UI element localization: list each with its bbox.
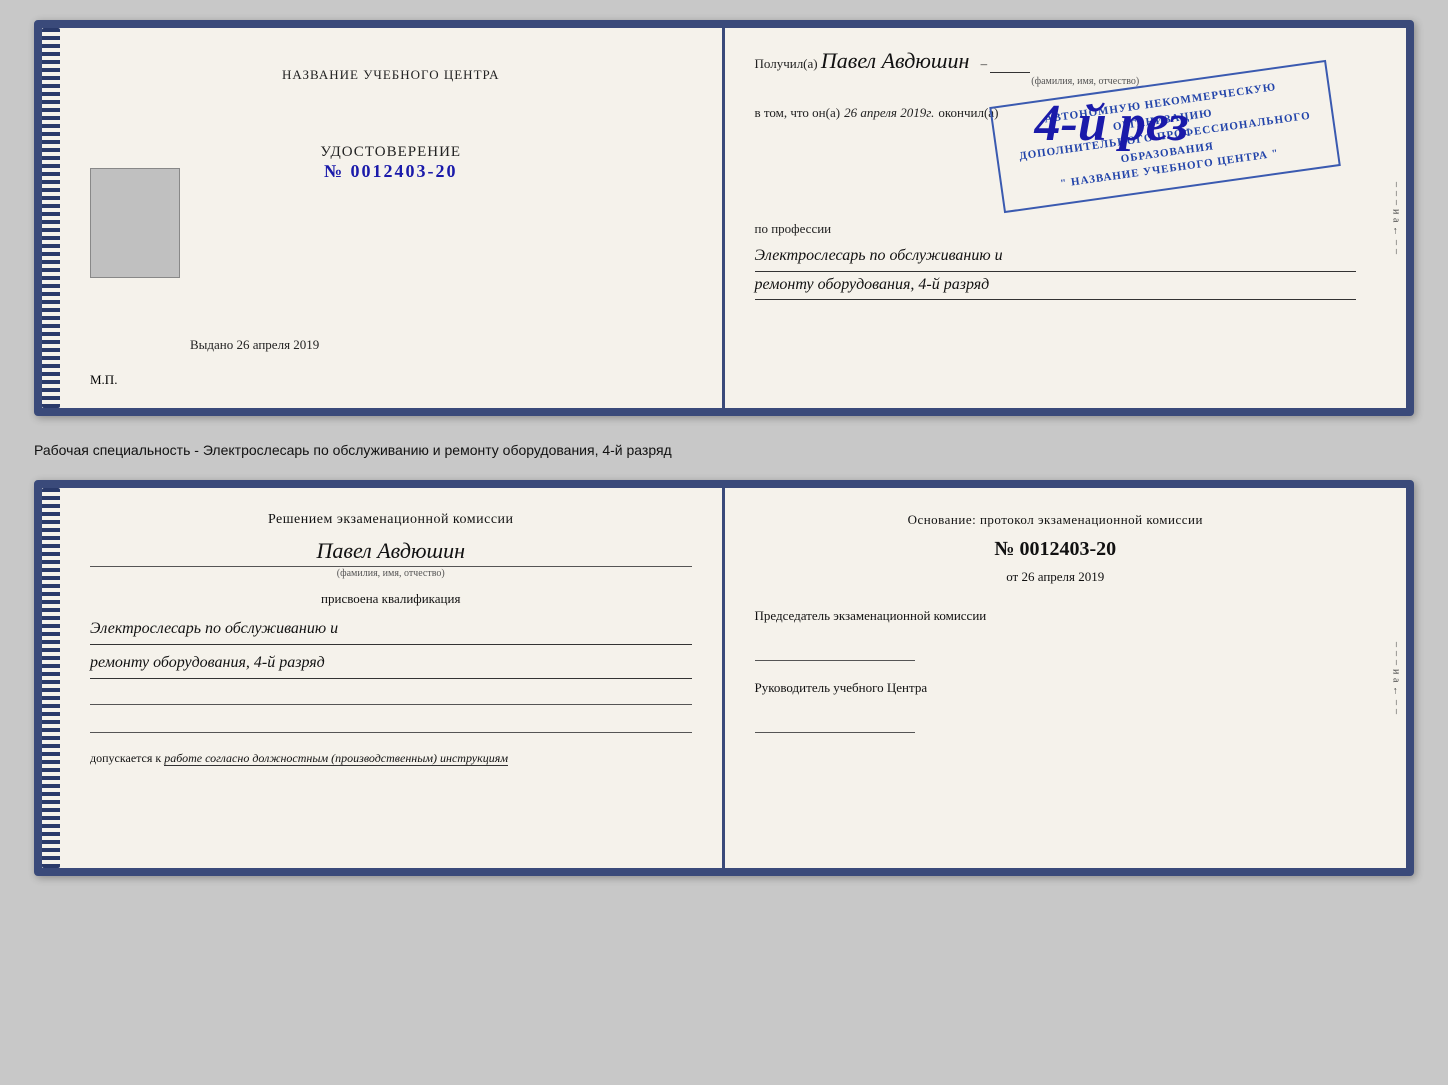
edge-char-6: ← — [1391, 226, 1402, 236]
bottom-document-pair: Решением экзаменационной комиссии Павел … — [34, 480, 1414, 876]
bottom-fio-hint: (фамилия, имя, отчество) — [90, 566, 692, 579]
photo-placeholder — [90, 168, 180, 278]
prisvoyena-label: присвоена квалификация — [90, 591, 692, 607]
predsedatel-label: Председатель экзаменационной комиссии — [755, 607, 1357, 625]
resheniem-title: Решением экзаменационной комиссии — [90, 512, 692, 528]
top-document-pair: НАЗВАНИЕ УЧЕБНОГО ЦЕНТРА УДОСТОВЕРЕНИЕ №… — [34, 20, 1414, 416]
top-left-page: НАЗВАНИЕ УЧЕБНОГО ЦЕНТРА УДОСТОВЕРЕНИЕ №… — [60, 28, 725, 408]
bottom-edge-char-5: а — [1391, 678, 1402, 682]
bottom-right-page: Основание: протокол экзаменационной коми… — [725, 488, 1387, 868]
vtom-date: 26 апреля 2019г. — [844, 105, 934, 121]
edge-char-7: – — [1391, 240, 1402, 245]
protocol-number: № 0012403-20 — [755, 538, 1357, 561]
profession-block: по профессии Электрослесарь по обслужива… — [755, 221, 1357, 300]
blank-line-1 — [90, 683, 692, 705]
received-name: Павел Авдюшин — [821, 48, 969, 73]
received-prefix: Получил(а) — [755, 56, 818, 71]
ot-prefix: от — [1006, 569, 1018, 584]
bottom-edge-char-4: и — [1391, 669, 1402, 674]
bottom-person-name: Павел Авдюшин — [90, 538, 692, 564]
vydano-date: 26 апреля 2019 — [237, 337, 320, 352]
right-edge-labels: – – – и а ← – – — [1386, 28, 1406, 408]
top-right-page: Получил(а) Павел Авдюшин – (фамилия, имя… — [725, 28, 1387, 408]
bottom-edge-char-8: – — [1391, 709, 1402, 714]
bottom-edge-char-6: ← — [1391, 686, 1402, 696]
edge-char-4: и — [1391, 209, 1402, 214]
edge-char-1: – — [1391, 182, 1402, 187]
bottom-edge-char-7: – — [1391, 700, 1402, 705]
vydano-line: Выдано 26 апреля 2019 — [190, 337, 319, 353]
ot-date-value: 26 апреля 2019 — [1021, 569, 1104, 584]
bottom-left-page: Решением экзаменационной комиссии Павел … — [60, 488, 725, 868]
dopuskaetsya-value: работе согласно должностным (производств… — [164, 751, 508, 766]
qualification-line1: Электрослесарь по обслуживанию и — [90, 615, 692, 645]
udostoverenie-label: УДОСТОВЕРЕНИЕ — [90, 144, 692, 161]
bottom-edge-char-3: – — [1391, 660, 1402, 665]
edge-char-2: – — [1391, 191, 1402, 196]
between-caption: Рабочая специальность - Электрослесарь п… — [34, 434, 1414, 462]
po-professii-label: по профессии — [755, 221, 1357, 237]
dopuskaetsya-block: допускается к работе согласно должностны… — [90, 751, 692, 766]
profession-line2: ремонту оборудования, 4-й разряд — [755, 272, 1357, 301]
edge-char-5: а — [1391, 218, 1402, 222]
vydano-prefix: Выдано — [190, 337, 233, 352]
ot-date: от 26 апреля 2019 — [755, 569, 1357, 585]
center-title: НАЗВАНИЕ УЧЕБНОГО ЦЕНТРА — [282, 67, 499, 82]
rukovoditel-label: Руководитель учебного Центра — [755, 679, 1357, 697]
osnovanie-label: Основание: протокол экзаменационной коми… — [755, 512, 1357, 528]
big-4th-label: 4-й рез — [1035, 98, 1189, 150]
dopuskaetsya-prefix: допускается к — [90, 751, 161, 765]
vtom-prefix: в том, что он(а) — [755, 105, 841, 121]
left-edge-decor — [42, 28, 60, 408]
center-title-block: НАЗВАНИЕ УЧЕБНОГО ЦЕНТРА — [90, 66, 692, 84]
bottom-left-edge-decor — [42, 488, 60, 868]
udostoverenie-number: № 0012403-20 — [90, 161, 692, 182]
bottom-right-edge-labels: – – – и а ← – – — [1386, 488, 1406, 868]
rukovoditel-signature-line — [755, 713, 915, 733]
bottom-edge-char-2: – — [1391, 651, 1402, 656]
rukovoditel-block: Руководитель учебного Центра — [755, 679, 1357, 733]
edge-char-3: – — [1391, 200, 1402, 205]
qualification-line2: ремонту оборудования, 4-й разряд — [90, 649, 692, 679]
edge-char-8: – — [1391, 249, 1402, 254]
predsedatel-signature-line — [755, 641, 915, 661]
udostoverenie-block: УДОСТОВЕРЕНИЕ № 0012403-20 — [90, 144, 692, 182]
profession-line1: Электрослесарь по обслуживанию и — [755, 243, 1357, 272]
predsedatel-block: Председатель экзаменационной комиссии — [755, 607, 1357, 661]
mp-label: М.П. — [90, 372, 117, 388]
bottom-edge-char-1: – — [1391, 642, 1402, 647]
blank-line-2 — [90, 711, 692, 733]
